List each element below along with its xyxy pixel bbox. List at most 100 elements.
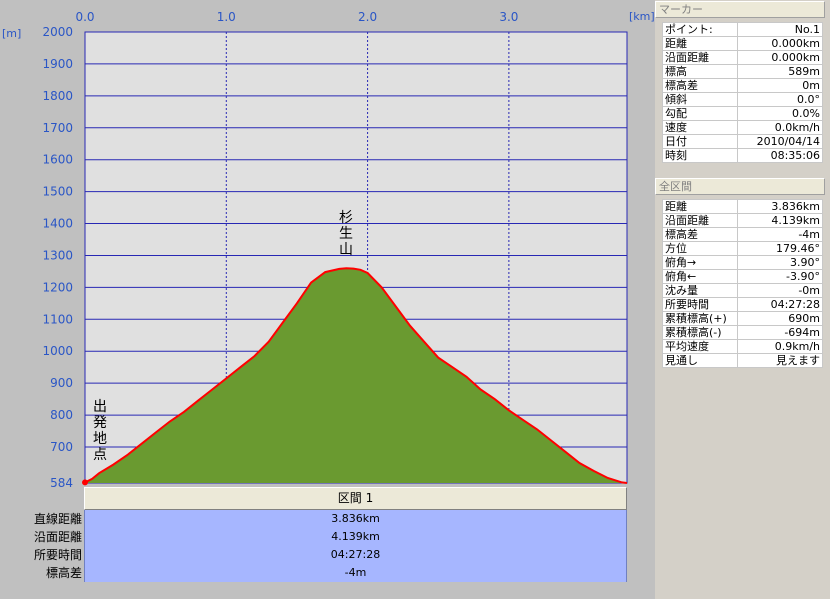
total-row: 累積標高(-) -694m <box>662 325 823 340</box>
total-row: 距離 3.836km <box>662 199 823 214</box>
y-tick-label: 700 <box>50 440 73 454</box>
total-key: 所要時間 <box>662 297 738 312</box>
marker-value: 0.0° <box>737 92 823 107</box>
marker-value: 0.0% <box>737 106 823 121</box>
y-tick-label: 1000 <box>42 344 73 358</box>
total-value: -0m <box>737 283 823 298</box>
marker-row: 時刻 08:35:06 <box>662 148 823 163</box>
x-tick-label: 3.0 <box>499 10 518 24</box>
elevation-chart: 2000 1900 1800 1700 1600 1500 1400 1300 1200 1100… <box>2 10 655 487</box>
total-table: 距離 3.836km 沿面距離 4.139km 標高差 -4m 方位 179.46° 俯… <box>662 199 823 368</box>
total-row: 累積標高(+) 690m <box>662 311 823 326</box>
total-row: 沈み量 -0m <box>662 283 823 298</box>
marker-key: 標高差 <box>662 78 738 93</box>
marker-value: 0m <box>737 78 823 93</box>
start-point-label-char: 点 <box>93 447 107 463</box>
x-unit-label: [km] <box>629 10 655 23</box>
marker-row: 標高 589m <box>662 64 823 79</box>
total-key: 距離 <box>662 199 738 214</box>
total-value: -694m <box>737 325 823 340</box>
section-label-0: 直線距離 <box>33 512 82 526</box>
marker-panel-header[interactable]: マーカー <box>655 1 825 18</box>
y-unit-label: [m] <box>2 27 21 40</box>
y-tick-label: 584 <box>50 476 73 487</box>
y-tick-label: 1600 <box>42 153 73 167</box>
total-key: 累積標高(-) <box>662 325 738 340</box>
total-value: -4m <box>737 227 823 242</box>
section-values: 3.836km 4.139km 04:27:28 -4m <box>84 510 627 582</box>
section-value-1: 4.139km <box>331 530 380 543</box>
total-row: 所要時間 04:27:28 <box>662 297 823 312</box>
total-key: 累積標高(+) <box>662 311 738 326</box>
total-key: 俯角→ <box>662 255 738 270</box>
marker-key: 沿面距離 <box>662 50 738 65</box>
total-key: 標高差 <box>662 227 738 242</box>
total-value: 3.90° <box>737 255 823 270</box>
y-tick-label: 800 <box>50 408 73 422</box>
marker-value: 2010/04/14 <box>737 134 823 149</box>
total-value: 04:27:28 <box>737 297 823 312</box>
peak-label-char: 山 <box>339 242 353 258</box>
x-tick-label: 0.0 <box>75 10 94 24</box>
marker-key: 距離 <box>662 36 738 51</box>
marker-key: 日付 <box>662 134 738 149</box>
marker-value: No.1 <box>737 22 823 37</box>
total-value: 見えます <box>737 353 823 368</box>
marker-row: 勾配 0.0% <box>662 106 823 121</box>
peak-label: 杉生山 <box>339 210 353 258</box>
section-value-3: -4m <box>344 566 367 579</box>
total-row: 見通し 見えます <box>662 353 823 368</box>
y-tick-label: 1700 <box>42 121 73 135</box>
total-row: 沿面距離 4.139km <box>662 213 823 228</box>
marker-key: 標高 <box>662 64 738 79</box>
total-row: 標高差 -4m <box>662 227 823 242</box>
total-value: 4.139km <box>737 213 823 228</box>
start-point-label-char: 出 <box>93 399 107 415</box>
total-value: 690m <box>737 311 823 326</box>
y-tick-label: 1100 <box>42 312 73 326</box>
marker-value: 08:35:06 <box>737 148 823 163</box>
section-label-3: 標高差 <box>45 566 82 580</box>
total-key: 平均速度 <box>662 339 738 354</box>
marker-row: 傾斜 0.0° <box>662 92 823 107</box>
marker-key: 傾斜 <box>662 92 738 107</box>
total-value: 0.9km/h <box>737 339 823 354</box>
section-label-2: 所要時間 <box>33 548 82 562</box>
marker-table: ポイント: No.1 距離 0.000km 沿面距離 0.000km 標高 589m 標… <box>662 22 823 163</box>
y-tick-label: 1800 <box>42 89 73 103</box>
total-row: 俯角← -3.90° <box>662 269 823 284</box>
total-panel-header[interactable]: 全区間 <box>655 178 825 195</box>
marker-value: 0.0km/h <box>737 120 823 135</box>
marker-key: 勾配 <box>662 106 738 121</box>
marker-row: 速度 0.0km/h <box>662 120 823 135</box>
marker-row: 標高差 0m <box>662 78 823 93</box>
section-header[interactable]: 区間 1 <box>84 487 627 510</box>
total-row: 俯角→ 3.90° <box>662 255 823 270</box>
y-tick-label: 900 <box>50 376 73 390</box>
marker-value: 589m <box>737 64 823 79</box>
y-tick-label: 1900 <box>42 57 73 71</box>
total-key: 沈み量 <box>662 283 738 298</box>
marker-key: 時刻 <box>662 148 738 163</box>
y-tick-label: 1500 <box>42 185 73 199</box>
total-key: 方位 <box>662 241 738 256</box>
x-tick-label: 2.0 <box>358 10 377 24</box>
y-tick-label: 1400 <box>42 217 73 231</box>
total-value: -3.90° <box>737 269 823 284</box>
total-value: 3.836km <box>737 199 823 214</box>
total-row: 平均速度 0.9km/h <box>662 339 823 354</box>
start-point-label-char: 発 <box>93 415 107 431</box>
start-point-label: 出発地点 <box>93 399 107 463</box>
marker-row: ポイント: No.1 <box>662 22 823 37</box>
section-value-0: 3.836km <box>331 512 380 525</box>
y-tick-label: 1300 <box>42 248 73 262</box>
marker-row: 日付 2010/04/14 <box>662 134 823 149</box>
peak-label-char: 杉 <box>339 210 353 226</box>
start-marker[interactable] <box>82 479 88 486</box>
marker-row: 沿面距離 0.000km <box>662 50 823 65</box>
total-key: 見通し <box>662 353 738 368</box>
y-tick-label: 1200 <box>42 280 73 294</box>
total-value: 179.46° <box>737 241 823 256</box>
x-tick-label: 1.0 <box>217 10 236 24</box>
section-value-2: 04:27:28 <box>330 548 381 561</box>
